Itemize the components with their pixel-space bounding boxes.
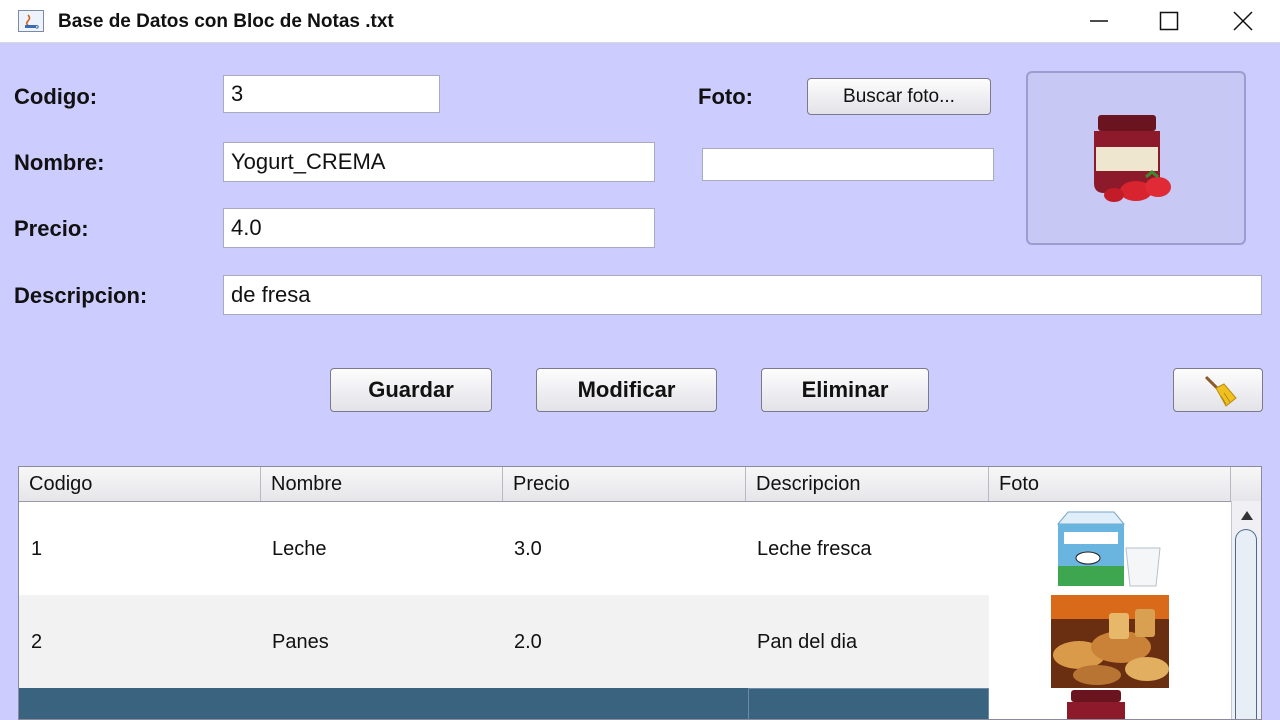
column-header-codigo[interactable]: Codigo [19,467,261,501]
maximize-button[interactable] [1134,0,1204,42]
foto-path-input[interactable] [702,148,994,181]
foto-label: Foto: [698,84,753,109]
close-icon [1233,11,1253,31]
codigo-label: Codigo: [14,84,98,109]
descripcion-input[interactable] [223,275,1262,315]
jam-jar-icon [1094,115,1171,202]
table-row-selected[interactable] [19,688,1231,719]
table-header: Codigo Nombre Precio Descripcion Foto [19,467,1261,502]
cell-precio: 2.0 [514,631,542,653]
cell-nombre: Leche [272,538,327,560]
guardar-button[interactable]: Guardar [330,368,492,412]
cell-codigo: 2 [31,631,43,653]
cell-descripcion: Pan del dia [757,631,858,653]
codigo-input[interactable] [223,75,440,113]
buscar-foto-button[interactable]: Buscar foto... [807,78,991,115]
cell-descripcion: Leche fresca [757,538,872,560]
jam-jar-icon [1067,690,1125,719]
precio-input[interactable] [223,208,655,248]
close-button[interactable] [1208,0,1278,42]
scroll-up-arrow-icon[interactable] [1240,509,1254,521]
nombre-label: Nombre: [14,150,105,175]
window-title: Base de Datos con Bloc de Notas .txt [58,11,394,32]
minimize-icon [1090,20,1108,22]
cell-precio: 3.0 [514,538,542,560]
broom-icon [1204,375,1237,407]
table-row[interactable]: 2 Panes 2.0 Pan del dia [19,595,1231,688]
precio-label: Precio: [14,216,89,241]
table-row[interactable]: 1 Leche 3.0 Leche fresca [19,502,1231,595]
column-header-nombre[interactable]: Nombre [261,467,503,501]
cell-nombre: Panes [272,631,329,653]
modificar-button[interactable]: Modificar [536,368,717,412]
eliminar-button[interactable]: Eliminar [761,368,929,412]
cell-codigo: 1 [31,538,43,560]
java-app-icon [18,10,44,32]
clear-button[interactable] [1173,368,1263,412]
nombre-input[interactable] [223,142,655,182]
descripcion-label: Descripcion: [14,283,148,308]
maximize-icon [1159,11,1179,31]
focused-cell [748,688,989,719]
title-bar: Base de Datos con Bloc de Notas .txt [0,0,1280,43]
scrollbar-thumb[interactable] [1235,529,1257,719]
column-header-foto[interactable]: Foto [989,467,1231,501]
products-table[interactable]: Codigo Nombre Precio Descripcion Foto 1 … [18,466,1262,720]
milk-carton-icon [1056,511,1161,587]
column-header-precio[interactable]: Precio [503,467,746,501]
bread-icon [1051,595,1169,688]
column-header-descripcion[interactable]: Descripcion [746,467,989,501]
vertical-scrollbar[interactable] [1231,501,1261,719]
photo-preview [1026,71,1246,245]
minimize-button[interactable] [1064,0,1134,42]
